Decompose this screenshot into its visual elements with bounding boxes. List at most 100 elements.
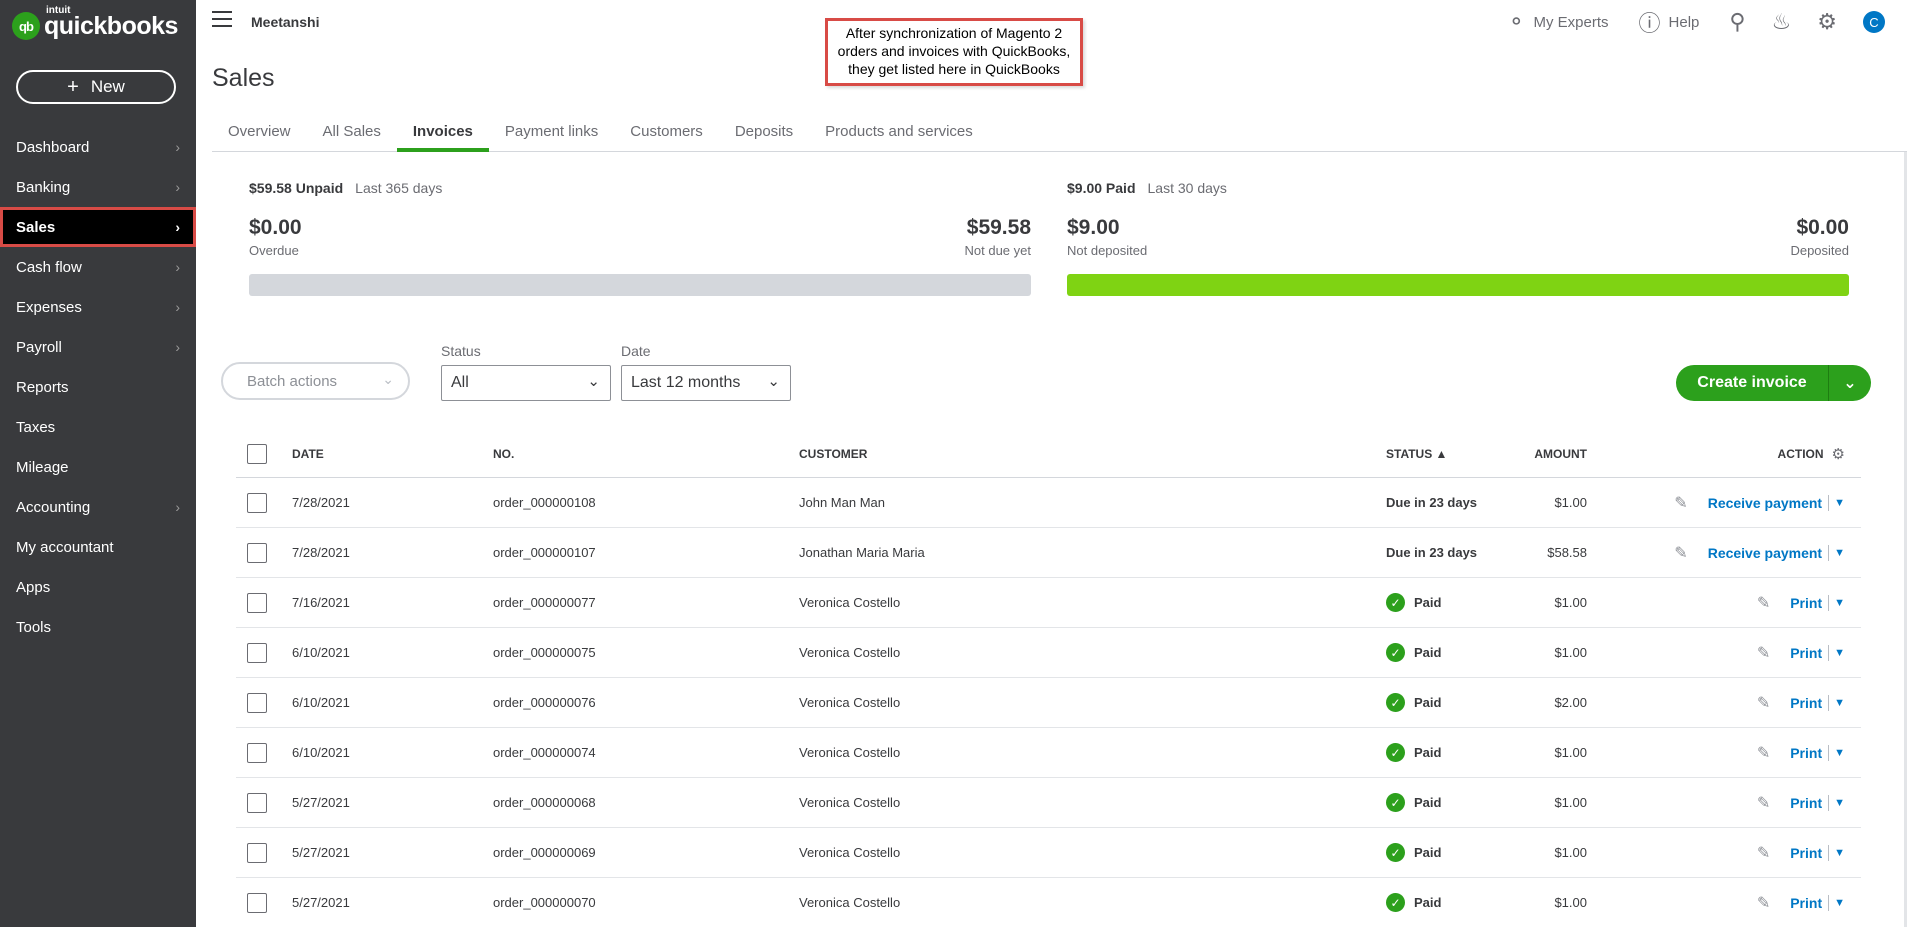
batch-actions-button[interactable]: Batch actions ⌄ — [221, 362, 410, 400]
print-button[interactable]: Print — [1790, 645, 1822, 661]
print-button[interactable]: Print — [1790, 845, 1822, 861]
pencil-icon[interactable]: ✎ — [1757, 793, 1770, 813]
row-customer[interactable]: Veronica Costello — [799, 895, 900, 910]
paid-progress-bar[interactable] — [1067, 274, 1849, 296]
pencil-icon[interactable]: ✎ — [1757, 593, 1770, 613]
caret-down-icon[interactable]: ▼ — [1834, 497, 1845, 509]
caret-down-icon[interactable]: ▼ — [1834, 547, 1845, 559]
sidebar-item-expenses[interactable]: Expenses › — [0, 287, 196, 327]
pencil-icon[interactable]: ✎ — [1757, 643, 1770, 663]
row-checkbox[interactable] — [247, 692, 267, 713]
row-customer[interactable]: Veronica Costello — [799, 645, 900, 660]
caret-down-icon[interactable]: ▼ — [1834, 847, 1845, 859]
sidebar-item-reports[interactable]: Reports — [0, 367, 196, 407]
bell-icon[interactable]: ♨ — [1772, 9, 1792, 35]
sidebar-item-sales[interactable]: Sales › — [0, 207, 196, 247]
status-select[interactable]: All ⌄ — [441, 365, 611, 401]
header-customer[interactable]: CUSTOMER — [799, 447, 867, 461]
row-invoice-number[interactable]: order_000000074 — [493, 745, 596, 760]
new-button[interactable]: + New — [16, 70, 176, 104]
header-amount[interactable]: AMOUNT — [1534, 447, 1587, 461]
gear-icon[interactable]: ⚙ — [1817, 9, 1837, 35]
gear-icon[interactable]: ⚙ — [1832, 445, 1845, 463]
row-checkbox[interactable] — [247, 742, 267, 763]
pencil-icon[interactable]: ✎ — [1757, 743, 1770, 763]
pencil-icon[interactable]: ✎ — [1674, 493, 1687, 513]
row-invoice-number[interactable]: order_000000070 — [493, 895, 596, 910]
row-invoice-number[interactable]: order_000000069 — [493, 845, 596, 860]
row-checkbox[interactable] — [247, 542, 267, 563]
create-invoice-button[interactable]: Create invoice — [1676, 365, 1829, 401]
sidebar-item-payroll[interactable]: Payroll › — [0, 327, 196, 367]
row-invoice-number[interactable]: order_000000076 — [493, 695, 596, 710]
sidebar-item-banking[interactable]: Banking › — [0, 167, 196, 207]
row-checkbox[interactable] — [247, 592, 267, 613]
receive-payment-button[interactable]: Receive payment — [1708, 545, 1822, 561]
row-invoice-number[interactable]: order_000000068 — [493, 795, 596, 810]
tab-deposits[interactable]: Deposits — [719, 118, 809, 152]
caret-down-icon[interactable]: ▼ — [1834, 797, 1845, 809]
pencil-icon[interactable]: ✎ — [1674, 543, 1687, 563]
search-icon[interactable]: ⚲ — [1729, 9, 1745, 35]
row-invoice-number[interactable]: order_000000107 — [493, 545, 596, 560]
row-customer[interactable]: John Man Man — [799, 495, 885, 510]
pencil-icon[interactable]: ✎ — [1757, 893, 1770, 913]
not-due-yet-block[interactable]: $59.58 Not due yet — [965, 216, 1032, 258]
caret-down-icon[interactable]: ▼ — [1834, 697, 1845, 709]
hamburger-icon[interactable] — [212, 11, 232, 27]
sidebar-item-dashboard[interactable]: Dashboard › — [0, 127, 196, 167]
sidebar-item-accounting[interactable]: Accounting › — [0, 487, 196, 527]
header-status[interactable]: STATUS ▲ — [1386, 447, 1447, 461]
my-experts-link[interactable]: ⚬ My Experts — [1507, 9, 1608, 35]
header-date[interactable]: DATE — [292, 447, 324, 461]
receive-payment-button[interactable]: Receive payment — [1708, 495, 1822, 511]
header-no[interactable]: NO. — [493, 447, 514, 461]
row-checkbox[interactable] — [247, 792, 267, 813]
sidebar-item-taxes[interactable]: Taxes — [0, 407, 196, 447]
sidebar-item-cash-flow[interactable]: Cash flow › — [0, 247, 196, 287]
row-customer[interactable]: Veronica Costello — [799, 795, 900, 810]
tab-invoices[interactable]: Invoices — [396, 118, 489, 152]
row-checkbox[interactable] — [247, 892, 267, 913]
tab-overview[interactable]: Overview — [212, 118, 307, 152]
not-deposited-block[interactable]: $9.00 Not deposited — [1067, 216, 1147, 258]
sidebar-item-apps[interactable]: Apps — [0, 567, 196, 607]
row-checkbox[interactable] — [247, 492, 267, 513]
print-button[interactable]: Print — [1790, 595, 1822, 611]
tab-all-sales[interactable]: All Sales — [307, 118, 397, 152]
print-button[interactable]: Print — [1790, 795, 1822, 811]
row-checkbox[interactable] — [247, 642, 267, 663]
print-button[interactable]: Print — [1790, 695, 1822, 711]
caret-down-icon[interactable]: ▼ — [1834, 647, 1845, 659]
row-customer[interactable]: Veronica Costello — [799, 595, 900, 610]
row-customer[interactable]: Veronica Costello — [799, 845, 900, 860]
print-button[interactable]: Print — [1790, 895, 1822, 911]
row-invoice-number[interactable]: order_000000075 — [493, 645, 596, 660]
quickbooks-logo[interactable]: qb intuit quickbooks — [12, 5, 178, 42]
overdue-block[interactable]: $0.00 Overdue — [249, 216, 302, 258]
caret-down-icon[interactable]: ▼ — [1834, 747, 1845, 759]
tab-payment-links[interactable]: Payment links — [489, 118, 614, 152]
row-invoice-number[interactable]: order_000000108 — [493, 495, 596, 510]
date-select[interactable]: Last 12 months ⌄ — [621, 365, 791, 401]
tab-products-and-services[interactable]: Products and services — [809, 118, 989, 152]
caret-down-icon[interactable]: ▼ — [1834, 597, 1845, 609]
unpaid-progress-bar[interactable] — [249, 274, 1031, 296]
print-button[interactable]: Print — [1790, 745, 1822, 761]
deposited-block[interactable]: $0.00 Deposited — [1790, 216, 1849, 258]
sidebar-item-my-accountant[interactable]: My accountant — [0, 527, 196, 567]
pencil-icon[interactable]: ✎ — [1757, 843, 1770, 863]
row-customer[interactable]: Veronica Costello — [799, 695, 900, 710]
pencil-icon[interactable]: ✎ — [1757, 693, 1770, 713]
sidebar-item-mileage[interactable]: Mileage — [0, 447, 196, 487]
caret-down-icon[interactable]: ▼ — [1834, 897, 1845, 909]
select-all-checkbox[interactable] — [247, 443, 267, 464]
sidebar-item-tools[interactable]: Tools — [0, 607, 196, 647]
tab-customers[interactable]: Customers — [614, 118, 719, 152]
avatar[interactable]: C — [1863, 11, 1885, 33]
row-checkbox[interactable] — [247, 842, 267, 863]
row-customer[interactable]: Veronica Costello — [799, 745, 900, 760]
row-customer[interactable]: Jonathan Maria Maria — [799, 545, 925, 560]
help-link[interactable]: ⓘ Help — [1639, 6, 1700, 38]
row-invoice-number[interactable]: order_000000077 — [493, 595, 596, 610]
